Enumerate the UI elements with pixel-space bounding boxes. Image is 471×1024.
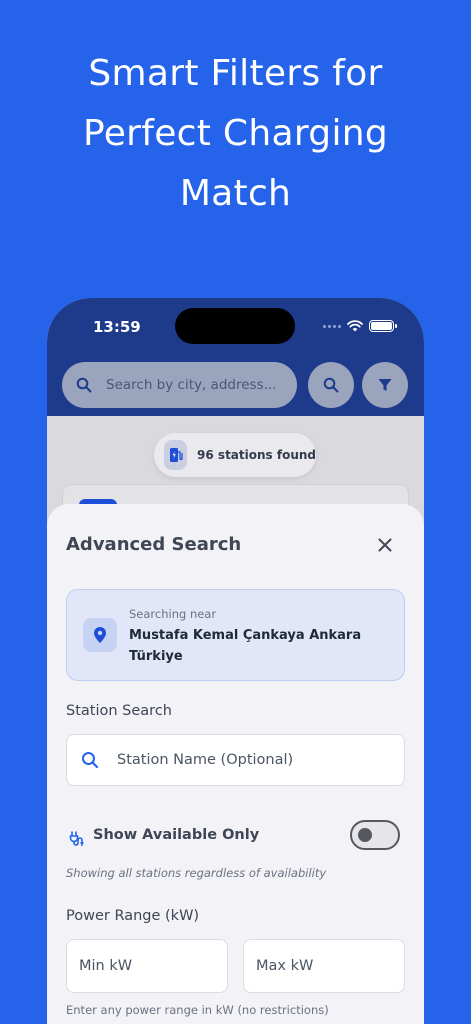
search-button[interactable] bbox=[308, 362, 354, 408]
stations-count: 96 stations found bbox=[197, 448, 316, 462]
headline-line-1: Smart Filters for bbox=[88, 53, 383, 94]
max-kw-input[interactable]: Max kW bbox=[243, 939, 405, 993]
station-name-input[interactable]: Station Name (Optional) bbox=[66, 734, 405, 786]
battery-icon bbox=[369, 320, 397, 332]
min-kw-placeholder: Min kW bbox=[79, 958, 133, 974]
headline-line-2: Perfect Charging bbox=[82, 113, 389, 154]
station-search-label: Station Search bbox=[66, 703, 172, 719]
status-time: 13:59 bbox=[93, 318, 141, 336]
location-address: Mustafa Kemal Çankaya Ankara Türkiye bbox=[129, 628, 362, 664]
min-kw-input[interactable]: Min kW bbox=[66, 939, 228, 993]
advanced-search-sheet: Advanced Search Searching near Mustafa K… bbox=[47, 504, 424, 1024]
status-icons bbox=[323, 319, 397, 333]
phone-frame: 13:59 Search by city, address... 96 stat… bbox=[47, 298, 424, 1024]
close-icon bbox=[378, 538, 392, 552]
available-only-label: Show Available Only bbox=[93, 827, 260, 843]
station-name-placeholder: Station Name (Optional) bbox=[117, 752, 294, 768]
search-icon bbox=[82, 752, 99, 769]
ev-plug-icon bbox=[69, 831, 84, 847]
location-pin-icon bbox=[83, 618, 117, 652]
headline: Smart Filters for Perfect Charging Match bbox=[0, 44, 471, 224]
stations-found-pill: 96 stations found bbox=[154, 433, 316, 477]
search-icon bbox=[323, 377, 339, 393]
power-range-hint: Enter any power range in kW (no restrict… bbox=[66, 1003, 329, 1017]
search-icon bbox=[76, 377, 92, 393]
search-bar[interactable]: Search by city, address... bbox=[62, 362, 297, 408]
toggle-knob bbox=[358, 828, 372, 842]
search-placeholder: Search by city, address... bbox=[106, 377, 277, 393]
charging-station-icon bbox=[164, 440, 188, 470]
sheet-title: Advanced Search bbox=[66, 534, 242, 555]
location-label: Searching near bbox=[129, 607, 217, 621]
max-kw-placeholder: Max kW bbox=[256, 958, 314, 974]
signal-icon bbox=[323, 324, 341, 328]
dynamic-island bbox=[175, 308, 295, 344]
available-only-toggle[interactable] bbox=[350, 820, 400, 850]
app-header: 13:59 Search by city, address... bbox=[47, 298, 424, 416]
close-button[interactable] bbox=[374, 534, 396, 556]
availability-hint: Showing all stations regardless of avail… bbox=[66, 866, 327, 880]
location-card: Searching near Mustafa Kemal Çankaya Ank… bbox=[66, 589, 405, 681]
headline-line-3: Match bbox=[179, 173, 292, 214]
filter-button[interactable] bbox=[362, 362, 408, 408]
wifi-icon bbox=[347, 320, 363, 332]
power-range-label: Power Range (kW) bbox=[66, 908, 200, 924]
filter-icon bbox=[378, 379, 392, 391]
